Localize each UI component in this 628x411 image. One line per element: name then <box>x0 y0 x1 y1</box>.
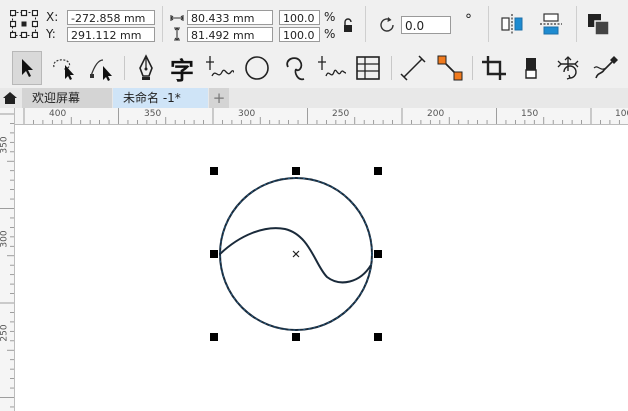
eyedropper-icon <box>593 56 618 79</box>
new-tab-button[interactable]: + <box>209 88 229 108</box>
hook-curve-icon <box>286 57 305 81</box>
connector-tool[interactable] <box>435 51 465 85</box>
eraser-icon <box>525 58 537 79</box>
text-tool[interactable]: 字 <box>167 51 197 85</box>
ruler-label: 100 <box>615 109 628 119</box>
spiral-tool[interactable] <box>279 51 309 85</box>
width-icon <box>170 12 184 22</box>
rotation-field[interactable]: 0.0 <box>401 16 451 34</box>
lasso-pointer-icon <box>53 59 74 80</box>
tab-label: 未命名 -1* <box>123 91 181 105</box>
ruler-label: 300 <box>238 109 256 119</box>
height-field[interactable]: 81.492 mm <box>187 27 273 42</box>
eraser-tool[interactable] <box>516 51 546 85</box>
crop-tool[interactable] <box>479 51 509 85</box>
scale-height-field[interactable]: 100.0 <box>279 27 320 42</box>
brush-stroke-icon <box>206 56 234 77</box>
ruler-label: 300 <box>0 230 10 248</box>
x-label: X: <box>46 10 59 24</box>
ellipse-tool[interactable] <box>242 51 272 85</box>
pen-tool[interactable] <box>131 51 161 85</box>
percent-label: % <box>324 27 336 41</box>
divider <box>365 6 366 42</box>
vertical-ruler[interactable]: 350 300 250 <box>0 108 15 411</box>
smart-drawing-tool[interactable] <box>316 51 346 85</box>
divider <box>391 56 392 80</box>
y-label: Y: <box>46 27 56 41</box>
percent-label: % <box>324 10 336 24</box>
ruler-label: 350 <box>0 136 10 154</box>
divider <box>488 6 489 42</box>
drawing-canvas[interactable] <box>15 125 628 411</box>
document-tab-bar: 欢迎屏幕 未命名 -1* + <box>0 88 628 109</box>
horizontal-ruler[interactable]: 400 350 300 250 200 150 100 <box>14 108 628 125</box>
ruler-label: 250 <box>332 109 350 119</box>
shape-tool[interactable] <box>86 51 116 85</box>
mirror-horizontal-icon[interactable] <box>500 12 526 36</box>
tab-untitled-document[interactable]: 未命名 -1* <box>113 88 208 108</box>
divider <box>162 6 163 42</box>
ruler-label: 400 <box>49 109 67 119</box>
crop-icon <box>482 56 506 80</box>
pen-nib-icon <box>139 54 153 80</box>
degree-label: ° <box>465 12 472 28</box>
node-edit-icon <box>90 59 112 81</box>
width-field[interactable]: 80.433 mm <box>187 10 273 25</box>
ruler-label: 150 <box>521 109 539 119</box>
home-icon[interactable] <box>0 88 20 108</box>
move-arrows-icon <box>557 56 579 80</box>
lock-ratio-icon[interactable] <box>342 18 354 34</box>
circle-icon <box>245 56 269 80</box>
tab-welcome-screen[interactable]: 欢迎屏幕 <box>22 88 112 108</box>
y-position-field[interactable]: 291.112 mm <box>67 27 155 42</box>
x-position-field[interactable]: -272.858 mm <box>67 10 155 25</box>
diagonal-dimension-icon <box>400 55 426 81</box>
toolbox: 字 <box>0 48 628 89</box>
property-bar: X: Y: -272.858 mm 291.112 mm 80.433 mm 8… <box>0 0 628 49</box>
table-grid-icon <box>356 56 380 80</box>
reference-point-icon[interactable] <box>9 9 39 39</box>
arrow-pointer-icon <box>22 59 33 77</box>
artistic-media-tool[interactable] <box>204 51 234 85</box>
ruler-label: 200 <box>427 109 445 119</box>
text-glyph-icon: 字 <box>170 56 194 85</box>
height-icon <box>172 27 182 41</box>
ruler-label: 350 <box>144 109 162 119</box>
divider <box>124 56 125 80</box>
pick-tool[interactable] <box>12 51 42 85</box>
arrange-order-icon[interactable] <box>586 12 612 38</box>
mirror-vertical-icon[interactable] <box>538 12 564 36</box>
dimension-tool[interactable] <box>398 51 428 85</box>
squiggle-plus-icon <box>318 56 346 77</box>
freehand-pick-tool[interactable] <box>48 51 78 85</box>
connector-line-icon <box>437 55 463 81</box>
ruler-label: 250 <box>0 324 10 342</box>
rotate-icon <box>378 15 398 35</box>
pan-tool[interactable] <box>553 51 583 85</box>
divider <box>472 56 473 80</box>
table-tool[interactable] <box>353 51 383 85</box>
scale-width-field[interactable]: 100.0 <box>279 10 320 25</box>
center-mark-icon <box>292 250 300 258</box>
tab-label: 欢迎屏幕 <box>32 91 81 105</box>
eyedropper-tool[interactable] <box>591 51 621 85</box>
divider <box>576 6 577 42</box>
